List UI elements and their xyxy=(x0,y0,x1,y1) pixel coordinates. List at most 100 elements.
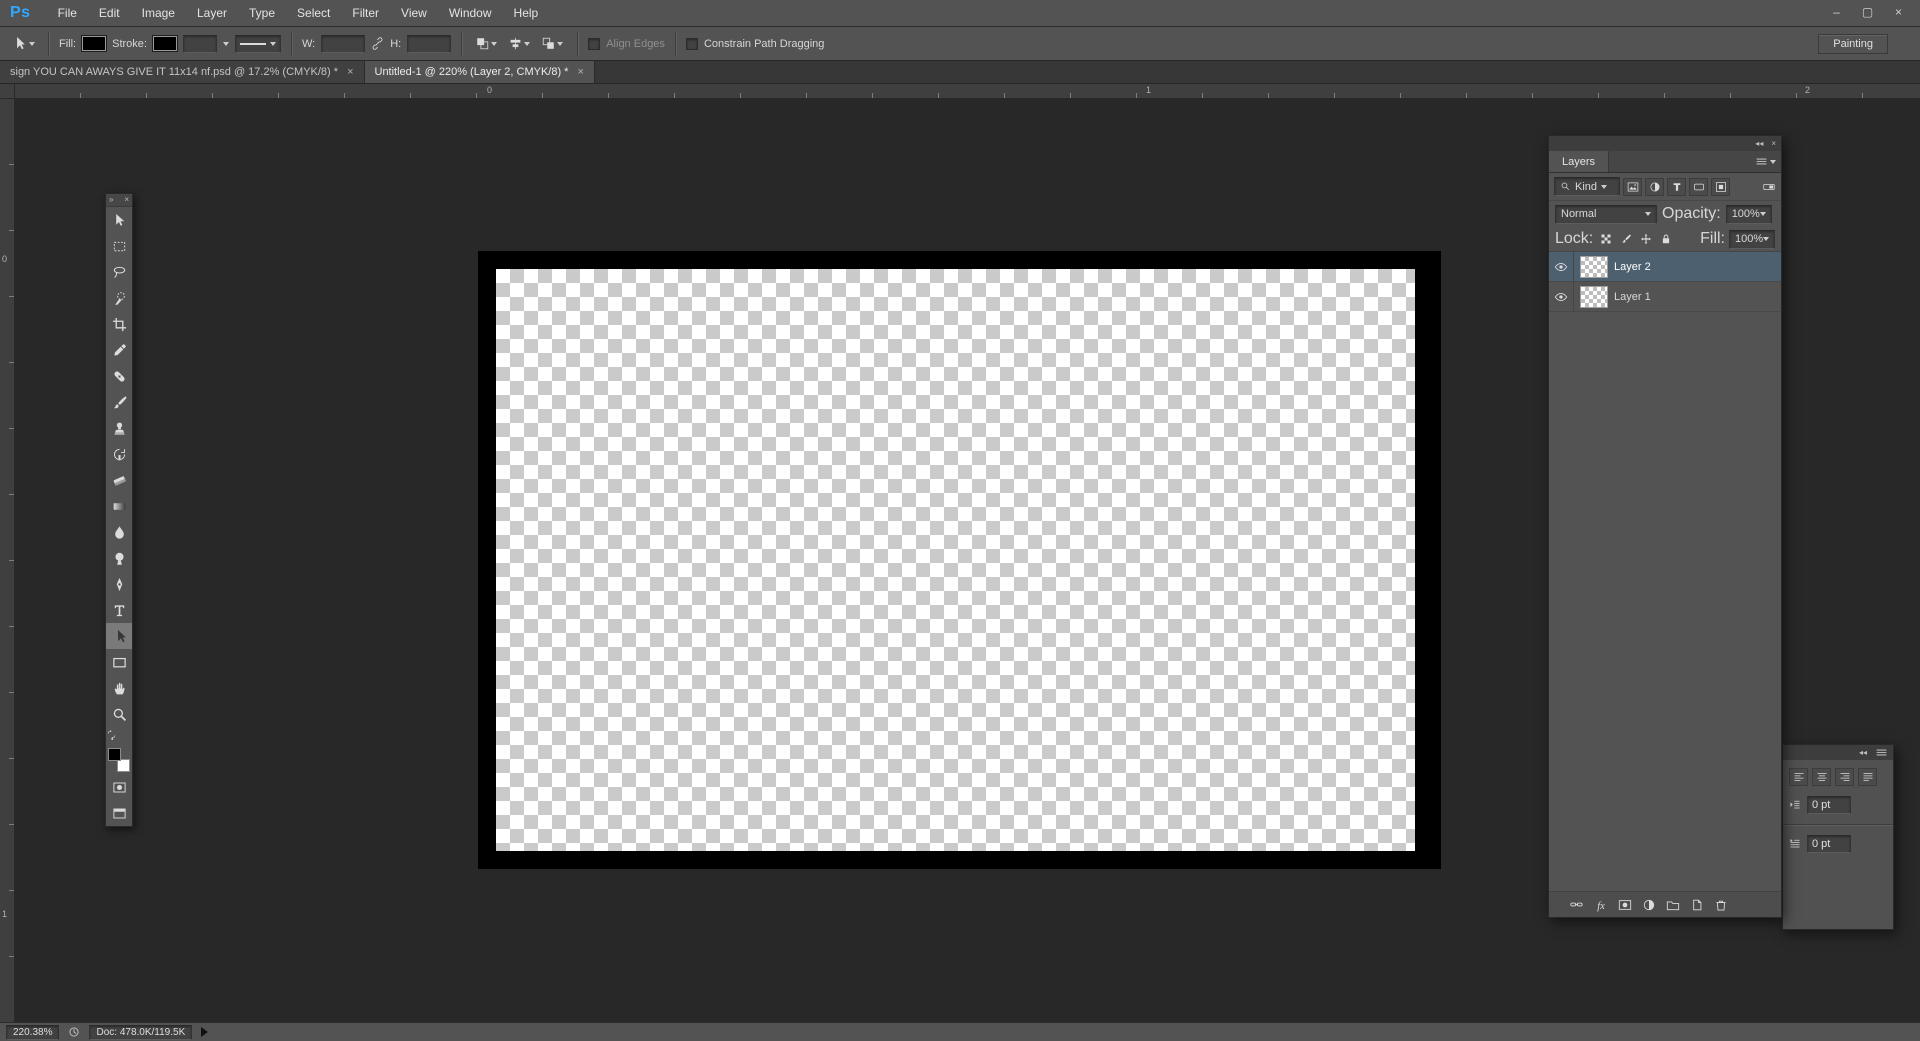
lock-pixels-icon[interactable] xyxy=(1617,231,1634,248)
delete-layer-icon[interactable] xyxy=(1714,898,1728,912)
hand-tool[interactable] xyxy=(106,675,132,701)
menu-window[interactable]: Window xyxy=(438,0,503,26)
path-selection-tool[interactable] xyxy=(106,623,132,649)
zoom-level-field[interactable]: 220.38% xyxy=(6,1024,60,1040)
close-button[interactable]: × xyxy=(1884,4,1913,22)
menu-file[interactable]: File xyxy=(47,0,88,26)
opacity-field[interactable]: 100% xyxy=(1725,204,1772,224)
foreground-color-swatch[interactable] xyxy=(108,748,121,761)
screen-mode-button[interactable] xyxy=(106,800,132,826)
type-filter-icon[interactable] xyxy=(1667,177,1686,196)
pixel-filter-icon[interactable] xyxy=(1623,177,1642,196)
quick-selection-tool[interactable] xyxy=(106,285,132,311)
filter-kind-dropdown[interactable]: Kind xyxy=(1554,177,1620,196)
link-layers-icon[interactable] xyxy=(1569,898,1584,911)
tool-preset-picker[interactable] xyxy=(8,34,38,53)
stroke-width-field[interactable] xyxy=(182,34,217,53)
menu-edit[interactable]: Edit xyxy=(88,0,131,26)
new-layer-icon[interactable] xyxy=(1690,898,1704,912)
layer-effects-icon[interactable]: fx xyxy=(1594,898,1608,912)
menu-image[interactable]: Image xyxy=(131,0,186,26)
gradient-tool[interactable] xyxy=(106,493,132,519)
layer-visibility-eye-icon[interactable] xyxy=(1549,252,1574,281)
collapse-panel-icon[interactable]: ◂◂ xyxy=(1859,748,1867,757)
minimize-button[interactable]: – xyxy=(1822,4,1851,22)
menu-help[interactable]: Help xyxy=(503,0,550,26)
layer-thumbnail[interactable] xyxy=(1581,256,1607,277)
type-tool[interactable] xyxy=(106,597,132,623)
adjustment-filter-icon[interactable] xyxy=(1645,177,1664,196)
tab-close-icon[interactable]: × xyxy=(577,66,583,78)
vertical-ruler[interactable]: 01 xyxy=(0,99,15,1022)
panel-menu-icon[interactable] xyxy=(1755,151,1781,172)
crop-tool[interactable] xyxy=(106,311,132,337)
fill-swatch[interactable] xyxy=(82,36,107,51)
stroke-swatch[interactable] xyxy=(152,36,177,51)
menu-filter[interactable]: Filter xyxy=(341,0,390,26)
layer-name[interactable]: Layer 1 xyxy=(1614,291,1651,303)
document-tab-2[interactable]: Untitled-1 @ 220% (Layer 2, CMYK/8) * × xyxy=(364,61,595,83)
constrain-path-dragging-checkbox[interactable] xyxy=(685,37,698,50)
align-edges-checkbox[interactable] xyxy=(588,37,601,50)
path-operations-button[interactable] xyxy=(472,34,501,53)
foreground-background-swatches[interactable] xyxy=(108,748,130,772)
workspace-button[interactable]: Painting xyxy=(1818,33,1888,54)
close-panel-icon[interactable]: × xyxy=(1771,139,1776,148)
dodge-tool[interactable] xyxy=(106,545,132,571)
stroke-width-dropdown-icon[interactable] xyxy=(222,41,229,46)
lock-transparency-icon[interactable] xyxy=(1597,231,1614,248)
zoom-tool[interactable] xyxy=(106,701,132,727)
collapse-panel-icon[interactable]: ◂◂ xyxy=(1755,139,1763,148)
horizontal-ruler[interactable]: 0 1 2 xyxy=(15,84,1920,99)
transparency-checkerboard[interactable] xyxy=(496,269,1415,851)
collapse-panel-icon[interactable]: » xyxy=(109,194,113,206)
menu-layer[interactable]: Layer xyxy=(186,0,238,26)
justify-last-left-icon[interactable] xyxy=(1858,768,1877,786)
quick-mask-button[interactable] xyxy=(106,774,132,800)
link-dimensions-icon[interactable] xyxy=(371,37,384,50)
filter-toggle-switch[interactable] xyxy=(1762,181,1776,193)
shape-filter-icon[interactable] xyxy=(1689,177,1708,196)
path-arrangement-button[interactable] xyxy=(538,34,567,53)
path-alignment-button[interactable] xyxy=(505,34,534,53)
document-size-field[interactable]: Doc: 478.0K/119.5K xyxy=(89,1024,193,1040)
align-center-icon[interactable] xyxy=(1812,768,1831,786)
layer-mask-icon[interactable] xyxy=(1618,898,1632,912)
tools-panel-header[interactable]: » × xyxy=(106,194,132,207)
restore-button[interactable]: ▢ xyxy=(1853,4,1882,22)
blur-tool[interactable] xyxy=(106,519,132,545)
layer-row-layer-2[interactable]: Layer 2 xyxy=(1549,252,1781,282)
lock-all-icon[interactable] xyxy=(1657,231,1674,248)
rectangle-tool[interactable] xyxy=(106,649,132,675)
menu-type[interactable]: Type xyxy=(238,0,286,26)
fill-opacity-field[interactable]: 100% xyxy=(1729,229,1775,249)
eraser-tool[interactable] xyxy=(106,467,132,493)
layer-visibility-eye-icon[interactable] xyxy=(1549,282,1574,311)
smart-object-filter-icon[interactable] xyxy=(1711,177,1730,196)
layer-row-layer-1[interactable]: Layer 1 xyxy=(1549,282,1781,312)
lock-position-icon[interactable] xyxy=(1637,231,1654,248)
stroke-style-dropdown[interactable] xyxy=(234,34,281,53)
panel-menu-icon[interactable] xyxy=(1875,746,1888,759)
document-tab-1[interactable]: sign YOU CAN AWAYS GIVE IT 11x14 nf.psd … xyxy=(0,61,365,83)
space-before-field[interactable]: 0 pt xyxy=(1807,835,1851,853)
document-canvas[interactable] xyxy=(478,251,1441,869)
ruler-origin-corner[interactable] xyxy=(0,84,15,99)
spot-healing-brush-tool[interactable] xyxy=(106,363,132,389)
layer-thumbnail[interactable] xyxy=(1581,286,1607,307)
menu-view[interactable]: View xyxy=(390,0,438,26)
align-right-icon[interactable] xyxy=(1835,768,1854,786)
tab-layers[interactable]: Layers xyxy=(1549,151,1610,172)
move-tool[interactable] xyxy=(106,207,132,233)
height-field[interactable] xyxy=(407,34,452,53)
width-field[interactable] xyxy=(321,34,366,53)
lasso-tool[interactable] xyxy=(106,259,132,285)
close-panel-icon[interactable]: × xyxy=(124,194,129,206)
rectangular-marquee-tool[interactable] xyxy=(106,233,132,259)
layer-group-icon[interactable] xyxy=(1666,898,1680,912)
align-left-icon[interactable] xyxy=(1789,768,1808,786)
blend-mode-select[interactable]: Normal xyxy=(1555,204,1657,224)
indent-left-field[interactable]: 0 pt xyxy=(1807,796,1851,814)
status-flyout-arrow-icon[interactable] xyxy=(201,1027,209,1037)
clone-stamp-tool[interactable] xyxy=(106,415,132,441)
